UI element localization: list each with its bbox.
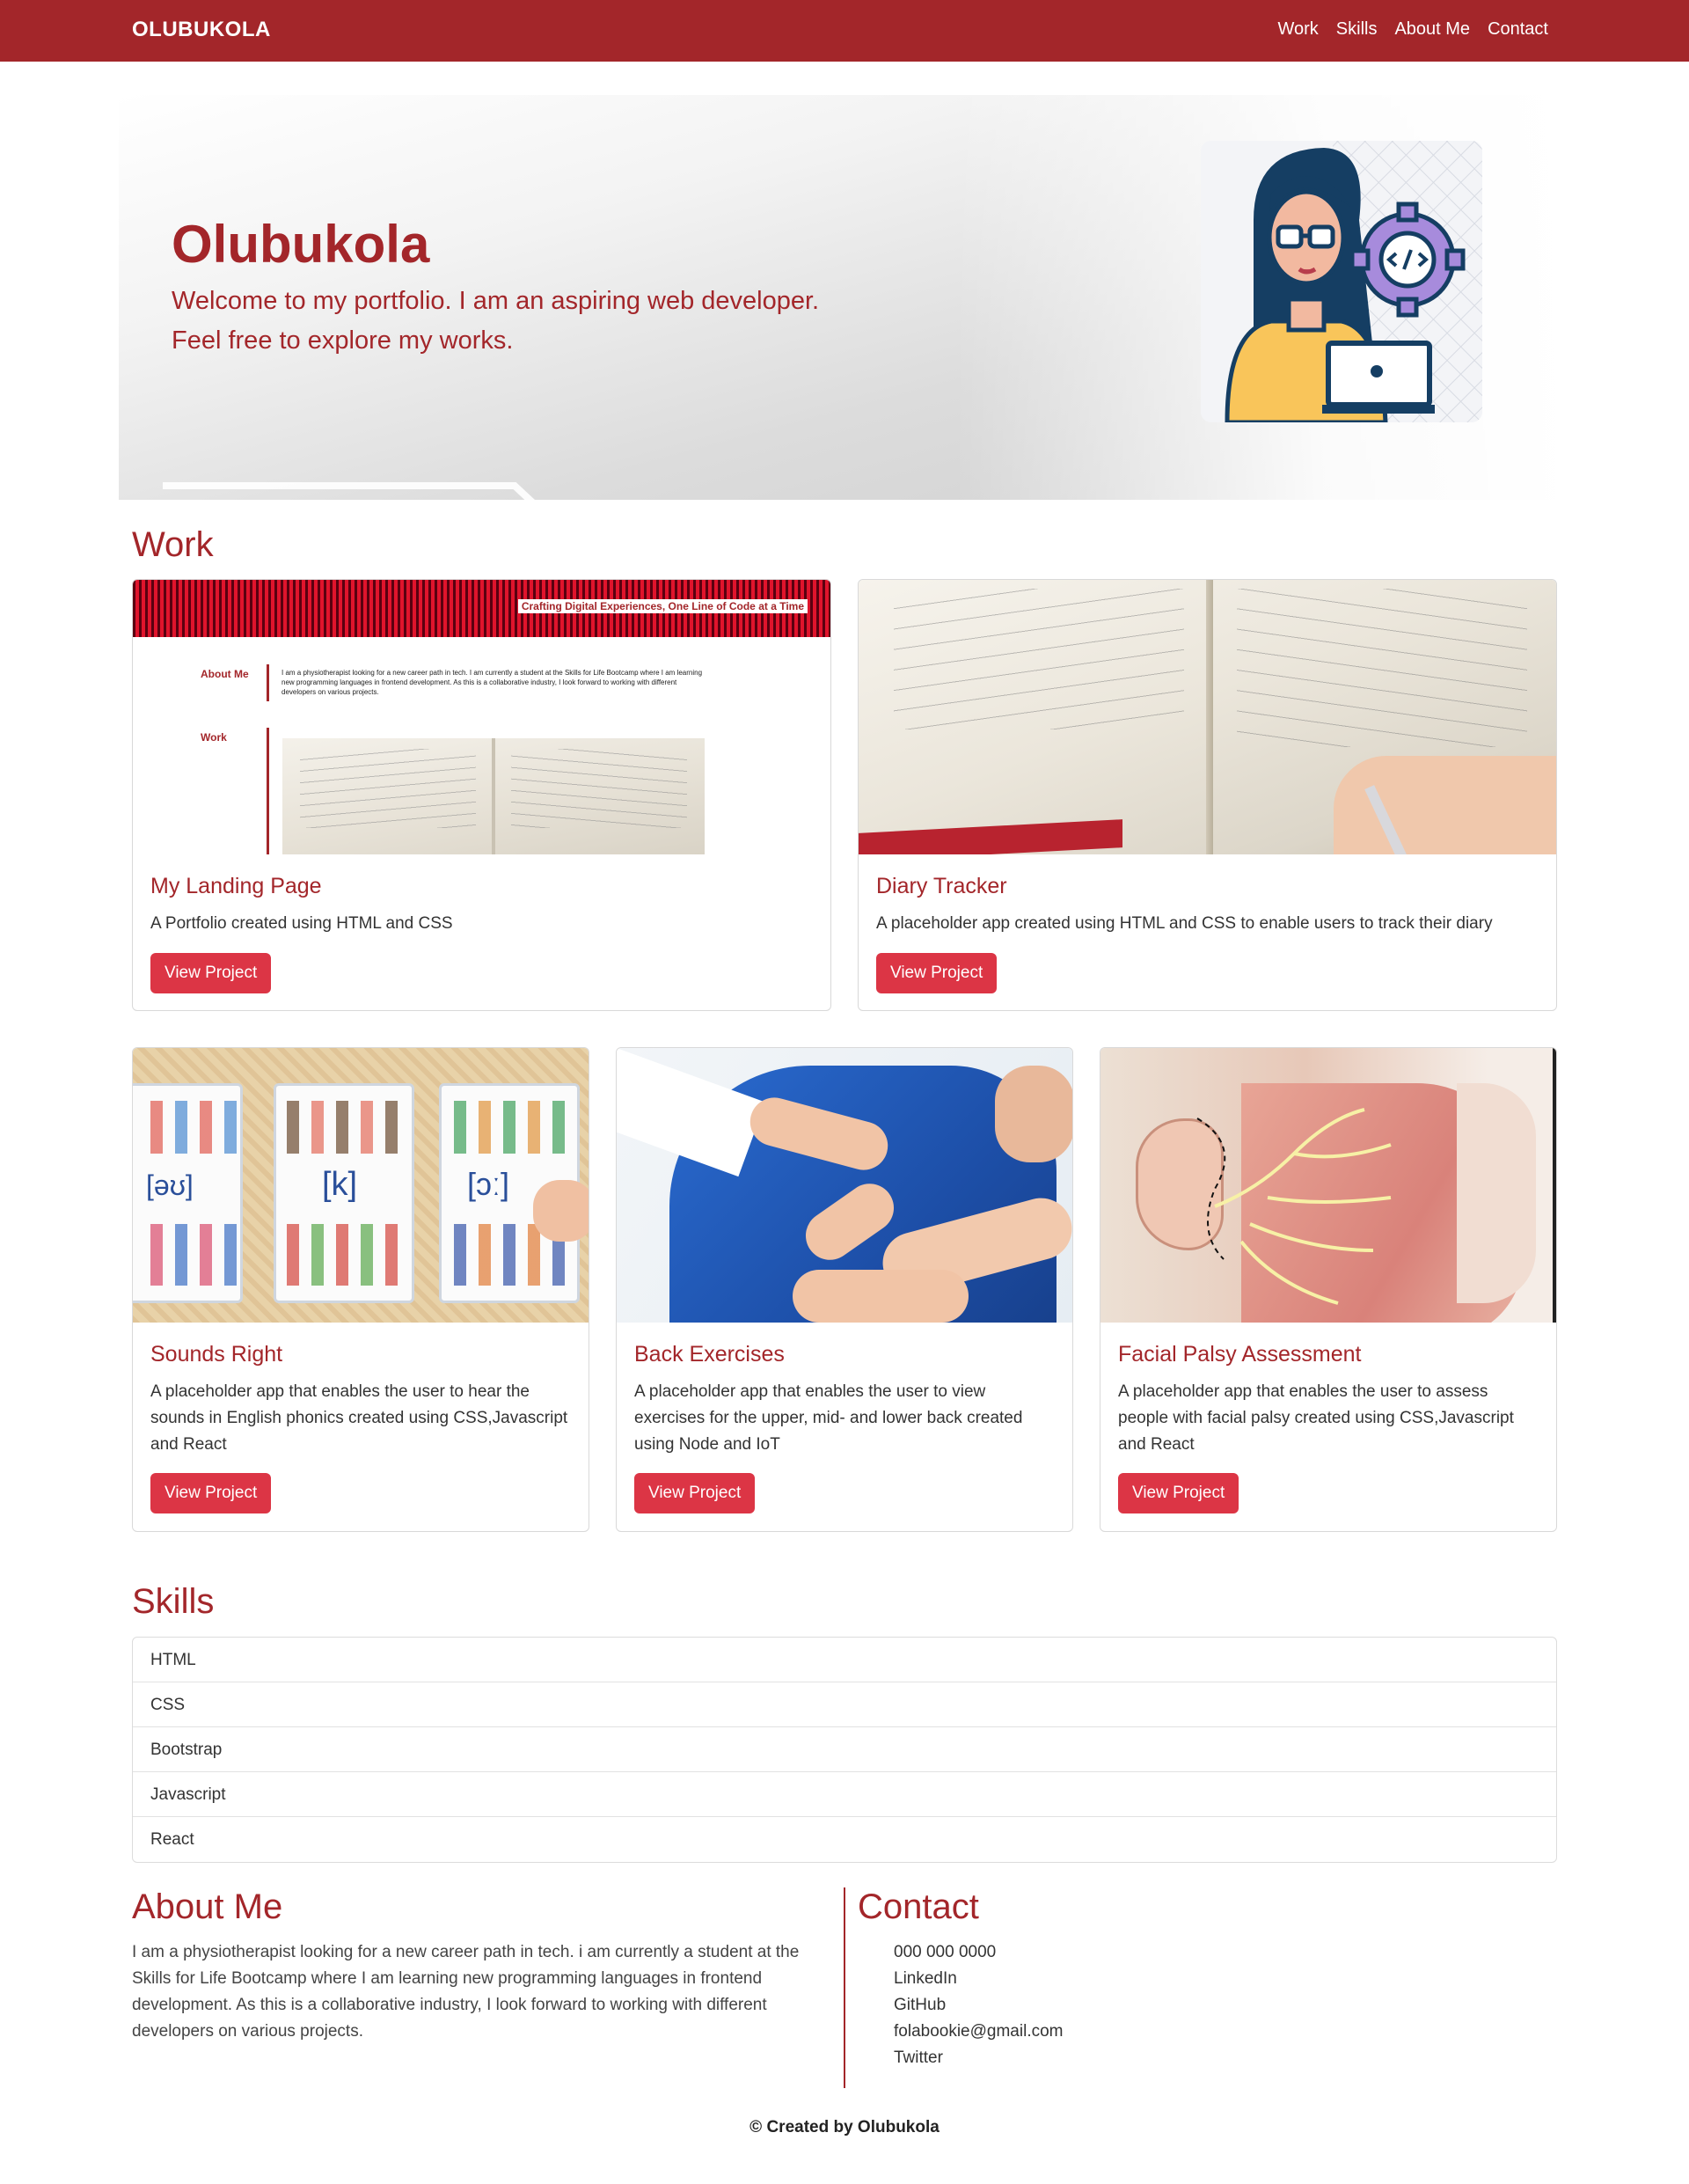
view-project-button[interactable]: View Project [150, 953, 272, 993]
footer-credit: © Created by Olubukola [749, 2118, 940, 2136]
view-project-button[interactable]: View Project [876, 953, 998, 993]
project-title[interactable]: Facial Palsy Assessment [1118, 1342, 1362, 1367]
skills-list: HTML CSS Bootstrap Javascript React [132, 1637, 1557, 1863]
about-contact-divider [844, 1887, 845, 2088]
work-heading: Work [132, 525, 214, 564]
skill-item: CSS [133, 1682, 1556, 1727]
about-heading: About Me [132, 1887, 283, 1926]
skill-item: HTML [133, 1638, 1556, 1682]
project-description: A Portfolio created using HTML and CSS [150, 914, 453, 933]
back-exercises-image [617, 1048, 1072, 1323]
contact-linkedin-link[interactable]: LinkedIn [894, 1966, 1064, 1992]
nav-links: Work Skills About Me Contact [1277, 19, 1548, 40]
contact-list: 000 000 0000 LinkedIn GitHub folabookie@… [894, 1939, 1064, 2071]
landing-banner-tagline: Crafting Digital Experiences, One Line o… [517, 599, 808, 613]
hero-subtitle-line-2: Feel free to explore my works. [172, 326, 514, 355]
project-title[interactable]: Sounds Right [150, 1342, 282, 1367]
hero-jumbotron: Olubukola Welcome to my portfolio. I am … [119, 95, 1570, 500]
nav-link-contact[interactable]: Contact [1488, 19, 1548, 40]
project-card-facial-palsy: Facial Palsy Assessment A placeholder ap… [1100, 1047, 1557, 1532]
landing-page-thumbnail: Crafting Digital Experiences, One Line o… [133, 580, 830, 854]
project-description: A placeholder app that enables the user … [1118, 1382, 1514, 1454]
nav-link-work[interactable]: Work [1277, 19, 1318, 40]
project-description: A placeholder app that enables the user … [634, 1382, 1023, 1454]
nav-link-about[interactable]: About Me [1394, 19, 1470, 40]
developer-illustration [1201, 141, 1482, 422]
landing-about-label: About Me [201, 668, 249, 680]
skill-item: Bootstrap [133, 1727, 1556, 1772]
project-card-sounds-right: [əʊ] [k] [ɔː] Sounds Right A placeholder… [132, 1047, 589, 1532]
contact-email-link[interactable]: folabookie@gmail.com [894, 2019, 1064, 2045]
landing-work-label: Work [201, 731, 227, 744]
project-card-back-exercises: Back Exercises A placeholder app that en… [616, 1047, 1073, 1532]
contact-twitter-link[interactable]: Twitter [894, 2045, 1064, 2071]
project-title[interactable]: Diary Tracker [876, 874, 1007, 899]
contact-github-link[interactable]: GitHub [894, 1992, 1064, 2019]
project-description: A placeholder app that enables the user … [150, 1382, 568, 1454]
contact-heading: Contact [858, 1887, 979, 1926]
view-project-button[interactable]: View Project [634, 1473, 756, 1513]
nav-link-skills[interactable]: Skills [1336, 19, 1378, 40]
contact-phone: 000 000 0000 [894, 1943, 997, 1961]
view-project-button[interactable]: View Project [1118, 1473, 1239, 1513]
skill-item: Javascript [133, 1772, 1556, 1817]
project-description: A placeholder app created using HTML and… [876, 914, 1493, 933]
landing-work-rule [267, 728, 269, 854]
about-text: I am a physiotherapist looking for a new… [132, 1943, 800, 2041]
landing-about-text: I am a physiotherapist looking for a new… [282, 669, 703, 696]
project-card-diary-tracker: Diary Tracker A placeholder app created … [858, 579, 1557, 1011]
landing-work-thumbnail [282, 738, 705, 854]
hero-subtitle-line-1: Welcome to my portfolio. I am an aspirin… [172, 287, 820, 315]
facial-palsy-image [1100, 1048, 1556, 1323]
project-card-landing-page: Crafting Digital Experiences, One Line o… [132, 579, 831, 1011]
navbar: OLUBUKOLA Work Skills About Me Contact [0, 0, 1689, 62]
project-title[interactable]: Back Exercises [634, 1342, 785, 1367]
skills-heading: Skills [132, 1582, 215, 1621]
skill-item: React [150, 1830, 194, 1849]
diary-tracker-image [859, 580, 1556, 854]
sounds-right-image: [əʊ] [k] [ɔː] [133, 1048, 589, 1323]
hero-title: Olubukola [172, 215, 430, 274]
project-title[interactable]: My Landing Page [150, 874, 322, 899]
hero-swoosh-decoration [163, 482, 536, 500]
landing-about-rule [267, 664, 269, 701]
brand-link[interactable]: OLUBUKOLA [132, 18, 271, 42]
view-project-button[interactable]: View Project [150, 1473, 272, 1513]
